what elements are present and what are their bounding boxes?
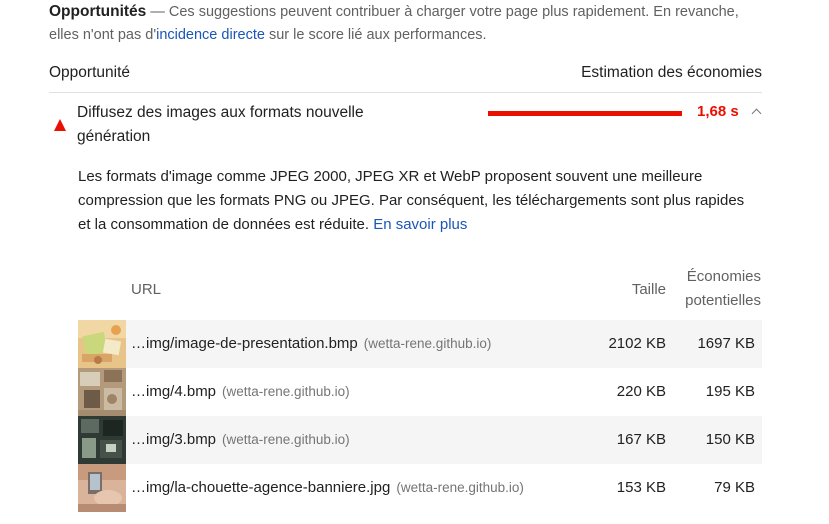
image-thumbnail xyxy=(78,368,126,416)
opportunities-header: Opportunités — Ces suggestions peuvent c… xyxy=(49,0,749,47)
resource-savings: 195 KB xyxy=(705,383,755,400)
resource-size: 167 KB xyxy=(616,431,666,448)
resource-url[interactable]: …img/4.bmp (wetta-rene.github.io) xyxy=(131,383,350,400)
resource-size: 153 KB xyxy=(616,479,666,496)
column-headers: Opportunité Estimation des économies xyxy=(49,62,762,93)
resource-url[interactable]: …img/la-chouette-agence-banniere.jpg (wet… xyxy=(131,479,524,496)
resource-savings: 79 KB xyxy=(714,479,755,496)
table-row: …img/image-de-presentation.bmp (wetta-ren… xyxy=(78,320,762,368)
resource-savings: 150 KB xyxy=(705,431,755,448)
image-thumbnail xyxy=(78,320,126,368)
resource-savings: 1697 KB xyxy=(697,335,755,352)
table-header: URL Taille Économies potentielles xyxy=(78,262,762,320)
section-title: Opportunités xyxy=(49,3,147,20)
audit-savings: 1,68 s xyxy=(697,103,739,120)
resource-url[interactable]: …img/3.bmp (wetta-rene.github.io) xyxy=(131,431,350,448)
section-description: — Ces suggestions peuvent contribuer à c… xyxy=(49,4,739,43)
learn-more-link[interactable]: En savoir plus xyxy=(373,216,467,233)
table-row: …img/la-chouette-agence-banniere.jpg (wet… xyxy=(78,464,762,512)
warning-triangle-icon xyxy=(54,119,66,131)
audit-description: Les formats d'image comme JPEG 2000, JPE… xyxy=(78,168,745,233)
chevron-up-icon[interactable] xyxy=(751,108,762,119)
opportunity-column-header: Opportunité xyxy=(49,64,130,81)
savings-column-header: Économies potentielles xyxy=(685,268,761,309)
audit-title: Diffusez des images aux formats nouvelle… xyxy=(77,104,364,145)
direct-impact-link[interactable]: incidence directe xyxy=(156,27,265,43)
resources-table: URL Taille Économies potentielles …img/im… xyxy=(78,262,762,512)
size-column-header: Taille xyxy=(631,281,666,298)
resource-size: 2102 KB xyxy=(608,335,666,352)
table-row: …img/4.bmp (wetta-rene.github.io) 220 KB … xyxy=(78,368,762,416)
image-thumbnail xyxy=(78,464,126,512)
resource-url[interactable]: …img/image-de-presentation.bmp (wetta-ren… xyxy=(131,335,491,352)
estimated-savings-column-header: Estimation des économies xyxy=(581,64,762,81)
resource-size: 220 KB xyxy=(616,383,666,400)
url-column-header: URL xyxy=(131,281,162,298)
image-thumbnail xyxy=(78,416,126,464)
savings-sparkline-bar xyxy=(488,111,682,116)
table-row: …img/3.bmp (wetta-rene.github.io) 167 KB … xyxy=(78,416,762,464)
